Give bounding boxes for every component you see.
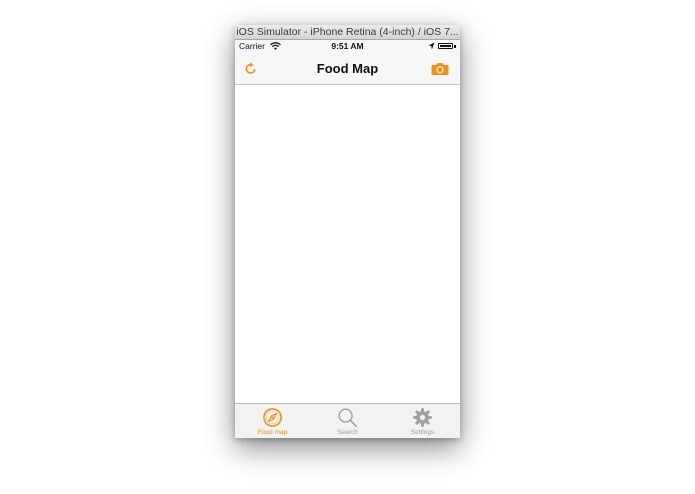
tab-settings[interactable]: Settings	[385, 404, 460, 438]
window-title[interactable]: iOS Simulator - iPhone Retina (4-inch) /…	[235, 25, 460, 40]
navigation-bar: Food Map	[235, 53, 460, 85]
compass-icon	[262, 407, 283, 428]
camera-icon	[431, 63, 449, 75]
camera-button[interactable]	[430, 60, 450, 78]
tab-search[interactable]: Search	[310, 404, 385, 438]
status-bar: Carrier 9:51 AM	[235, 40, 460, 53]
location-arrow-icon	[428, 42, 435, 52]
status-time: 9:51 AM	[331, 41, 364, 51]
search-icon	[337, 407, 358, 428]
simulator-window: iOS Simulator - iPhone Retina (4-inch) /…	[235, 25, 460, 438]
battery-level	[440, 45, 451, 47]
map-content-area[interactable]	[235, 85, 460, 403]
tab-label: Food map	[257, 429, 288, 436]
battery-tip	[454, 45, 456, 48]
desktop: iOS Simulator - iPhone Retina (4-inch) /…	[0, 0, 695, 494]
phone-screen: Carrier 9:51 AM Food Map Food map Search…	[235, 40, 460, 438]
battery-icon	[438, 43, 453, 49]
gear-icon	[412, 407, 433, 428]
page-title: Food Map	[316, 61, 379, 76]
tab-label: Settings	[410, 429, 435, 436]
tab-bar: Food map Search Settings	[235, 403, 460, 438]
tab-food-map[interactable]: Food map	[235, 404, 310, 438]
tab-label: Search	[337, 429, 358, 436]
